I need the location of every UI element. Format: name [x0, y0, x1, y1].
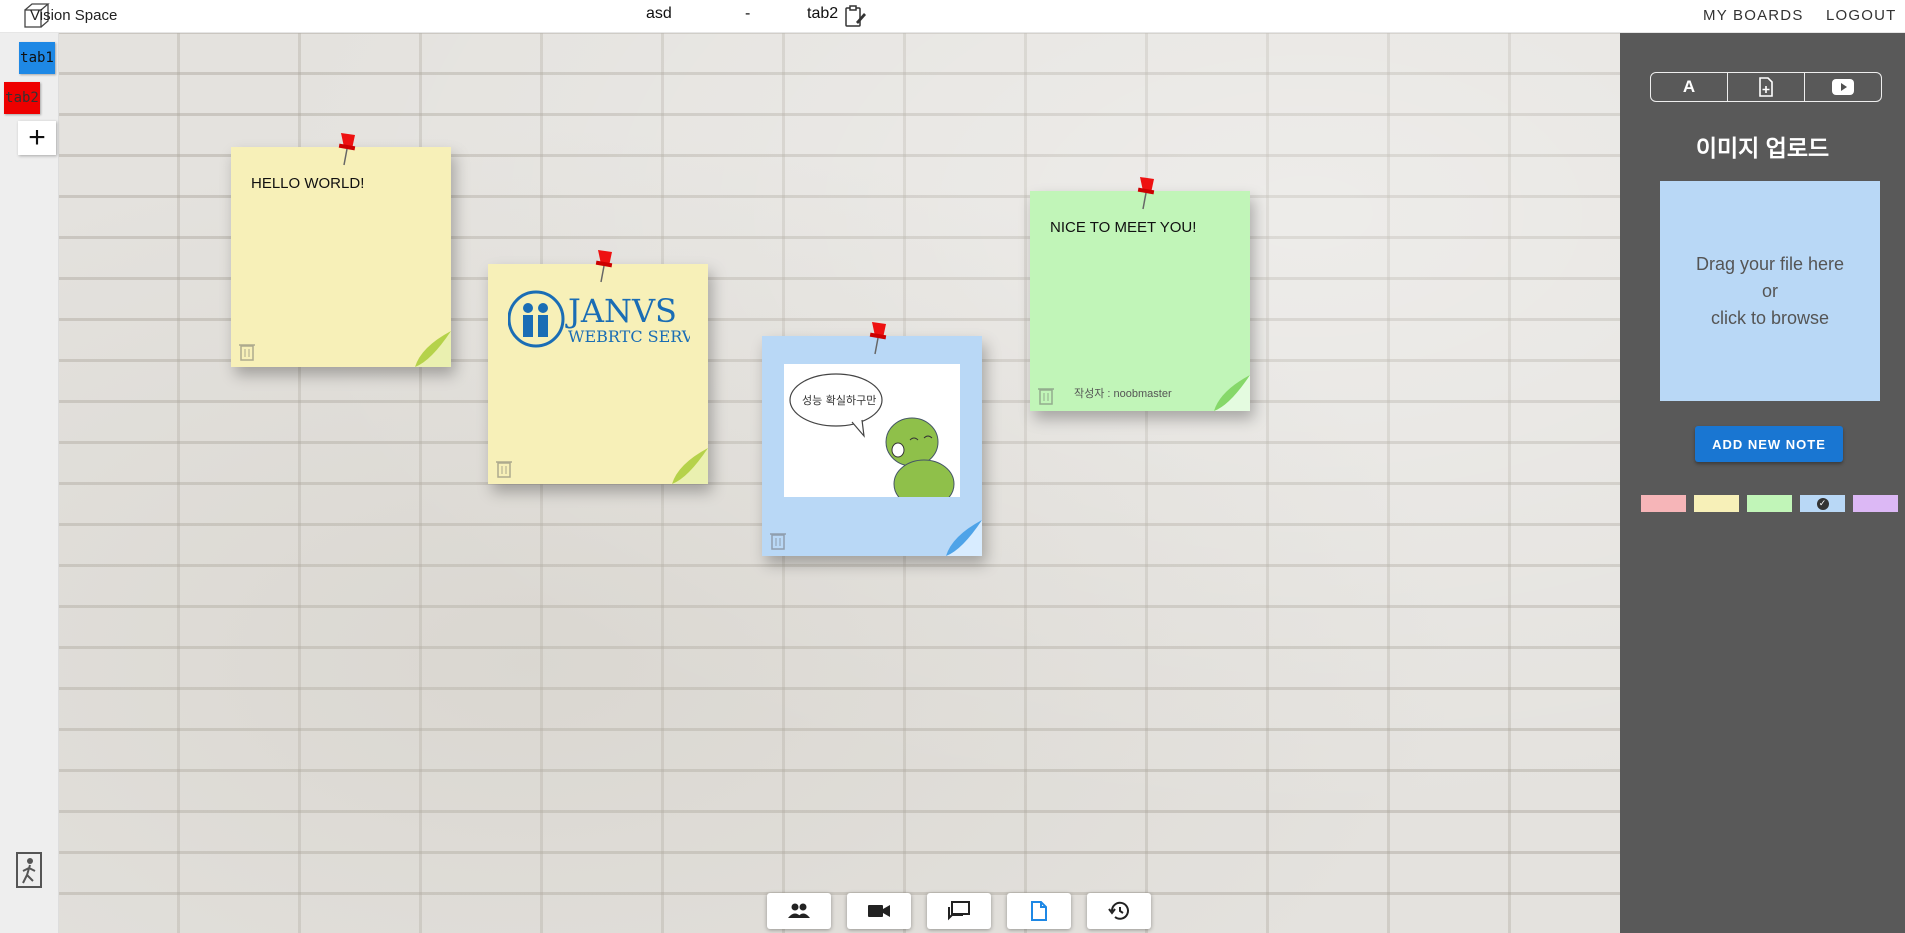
board-name: asd	[646, 5, 672, 22]
file-dropzone[interactable]: Drag your file here or click to browse	[1660, 181, 1880, 401]
history-button[interactable]	[1087, 893, 1151, 929]
current-tab-name: tab2	[807, 5, 839, 22]
sticky-note[interactable]: JANVS WEBRTC SERVER	[488, 250, 708, 484]
color-swatch-pink[interactable]	[1641, 495, 1686, 512]
chat-icon	[948, 901, 970, 921]
clipboard-edit-icon[interactable]	[844, 4, 866, 28]
file-add-icon	[1759, 77, 1773, 97]
page-curl	[415, 331, 451, 367]
page-curl	[672, 448, 708, 484]
janus-logo-subtitle: WEBRTC SERVER	[568, 327, 690, 346]
page-curl	[1214, 375, 1250, 411]
people-icon	[788, 903, 810, 918]
note-text: NICE TO MEET YOU!	[1050, 219, 1197, 236]
exit-door-icon[interactable]	[13, 851, 45, 889]
tab-sidebar: tab1 tab2 +	[0, 33, 59, 933]
color-swatch-purple[interactable]	[1853, 495, 1898, 512]
panel-title: 이미지 업로드	[1695, 135, 1830, 161]
push-pin-icon	[869, 322, 887, 355]
note-text: HELLO WORLD!	[251, 175, 365, 192]
janus-logo-image: JANVS WEBRTC SERVER	[508, 290, 690, 348]
push-pin-icon	[595, 250, 613, 283]
app-title[interactable]: Vision Space	[30, 7, 117, 24]
video-icon	[868, 905, 890, 917]
video-note-button[interactable]	[1805, 73, 1881, 101]
file-note-button[interactable]	[1728, 73, 1805, 101]
comic-image: 성능 확실하구만	[784, 364, 960, 497]
push-pin-icon	[338, 133, 356, 166]
trash-icon[interactable]	[495, 458, 513, 478]
page-curl	[946, 520, 982, 556]
add-tab-button[interactable]: +	[18, 121, 56, 155]
board-wall[interactable]: HELLO WORLD! JANVS WEBRTC SERVER	[59, 33, 1620, 933]
trash-icon[interactable]	[1037, 385, 1055, 405]
comic-caption: 성능 확실하구만	[802, 393, 876, 407]
my-boards-link[interactable]: MY BOARDS	[1703, 7, 1804, 24]
notes-button[interactable]	[1007, 893, 1071, 929]
note-icon	[1031, 901, 1047, 921]
video-button[interactable]	[847, 893, 911, 929]
sticky-note[interactable]: NICE TO MEET YOU! 작성자 : noobmaster	[1030, 177, 1250, 411]
text-note-button[interactable]: A	[1651, 73, 1728, 101]
janus-logo-title: JANVS	[565, 292, 677, 330]
color-swatch-blue[interactable]: ✓	[1800, 495, 1845, 512]
chat-button[interactable]	[927, 893, 991, 929]
trash-icon[interactable]	[769, 530, 787, 550]
sticky-note[interactable]: 성능 확실하구만	[762, 322, 982, 556]
push-pin-icon	[1137, 177, 1155, 210]
participants-button[interactable]	[767, 893, 831, 929]
sticky-note[interactable]: HELLO WORLD!	[231, 133, 451, 367]
color-swatch-yellow[interactable]	[1694, 495, 1739, 512]
history-icon	[1108, 901, 1129, 920]
note-editor-panel: A 이미지 업로드 Drag your file here or click t…	[1620, 33, 1905, 933]
logout-link[interactable]: LOGOUT	[1826, 7, 1897, 24]
tab-button-tab2[interactable]: tab2	[4, 82, 40, 114]
trash-icon[interactable]	[238, 341, 256, 361]
top-bar: Vision Space asd - tab2 MY BOARDS LOGOUT	[0, 0, 1905, 33]
note-type-toggle: A	[1650, 72, 1882, 102]
board-separator: -	[745, 5, 751, 22]
tab-button-tab1[interactable]: tab1	[19, 42, 55, 74]
add-new-note-button[interactable]: ADD NEW NOTE	[1695, 426, 1843, 462]
youtube-icon	[1832, 79, 1854, 95]
note-author: 작성자 : noobmaster	[1074, 388, 1172, 400]
color-swatch-green[interactable]	[1747, 495, 1792, 512]
check-icon: ✓	[1816, 497, 1829, 510]
